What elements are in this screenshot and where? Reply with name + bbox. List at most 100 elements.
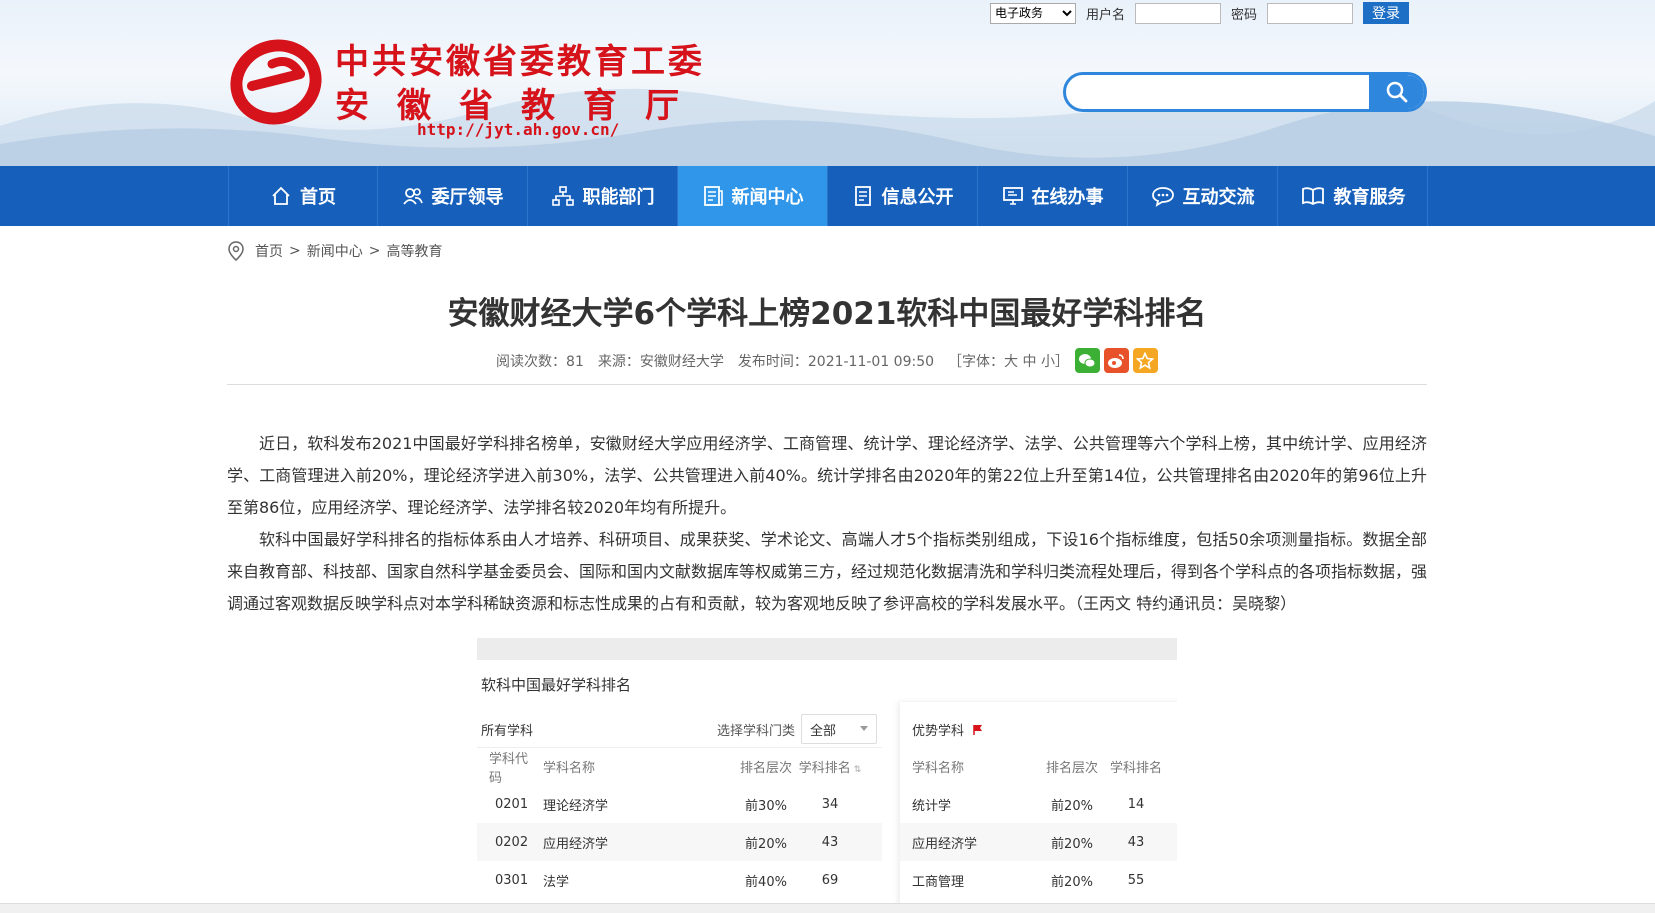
cell-name: 应用经济学: [912, 836, 978, 852]
top-subjects-panel: 优势学科 学科名称 排名层次 学科排名 统计学 前20% 14 应用经济学 前2…: [900, 702, 1177, 913]
nav-item-label: 新闻中心: [731, 187, 804, 208]
cell-name: 应用经济学: [543, 836, 609, 852]
nav-item-edu-services[interactable]: 教育服务: [1278, 166, 1428, 226]
cell-name: 统计学: [912, 798, 952, 814]
cell-name: 法学: [543, 874, 570, 890]
nav-item-online-service[interactable]: 在线办事: [978, 166, 1128, 226]
nav-item-departments[interactable]: 职能部门: [528, 166, 678, 226]
ranking-title: 软科中国最好学科排名: [481, 676, 632, 694]
site-header: 中共安徽省委教育工委 安徽省教育厅 http://jyt.ah.gov.cn/ …: [0, 0, 1655, 166]
col-rank: 学科排名: [1109, 760, 1162, 776]
logo-e-icon: [230, 39, 322, 125]
breadcrumb-separator: >: [368, 243, 381, 259]
share-buttons: [1074, 348, 1158, 373]
search-input[interactable]: [1066, 75, 1371, 109]
cell-code: 0202: [495, 834, 529, 850]
cell-rank: 69: [821, 872, 839, 888]
search-icon: [1386, 81, 1407, 103]
category-filter: 选择学科门类 全部: [717, 714, 878, 744]
username-input[interactable]: [1135, 2, 1222, 24]
cell-level: 前20%: [1051, 798, 1093, 814]
main-nav: 首页 委厅领导 职能部门 新闻中心 信息公开 在线办事 互动交流 教育服务: [0, 166, 1655, 226]
search-box: [1063, 72, 1427, 112]
nav-item-leaders[interactable]: 委厅领导: [378, 166, 528, 226]
cell-level: 前20%: [1051, 836, 1093, 852]
cell-code: 0201: [495, 796, 529, 812]
site-logo[interactable]: 中共安徽省委教育工委 安徽省教育厅 http://jyt.ah.gov.cn/: [230, 28, 730, 140]
logo-title-line1: 中共安徽省委教育工委: [335, 42, 705, 82]
table-row: 工商管理 前20% 55: [900, 861, 1177, 899]
cell-rank: 34: [821, 796, 839, 812]
divider: [227, 384, 1427, 385]
cell-level: 前40%: [745, 874, 787, 890]
breadcrumb-separator: >: [289, 243, 301, 259]
panel-title: 所有学科: [481, 724, 534, 739]
password-input[interactable]: [1267, 2, 1354, 24]
org-chart-icon: [551, 186, 574, 206]
col-code: 学科代码: [489, 751, 529, 786]
col-rank: 学科排名 ⇅: [798, 761, 862, 776]
cell-rank: 14: [1127, 796, 1145, 812]
breadcrumb-news[interactable]: 新闻中心: [307, 241, 363, 261]
search-button[interactable]: [1369, 75, 1424, 109]
monitor-icon: [1002, 187, 1023, 205]
chat-icon: [1151, 187, 1174, 207]
cell-rank: 43: [1127, 834, 1145, 850]
col-name: 学科名称: [543, 761, 596, 776]
nav-item-label: 职能部门: [582, 187, 655, 208]
share-wechat-button[interactable]: [1074, 348, 1100, 373]
nav-item-label: 教育服务: [1333, 187, 1406, 208]
panel-title: 优势学科: [912, 720, 984, 739]
table-row: 0301 法学 前40% 69: [477, 861, 882, 899]
red-flag-icon: [973, 725, 983, 735]
logo-url: http://jyt.ah.gov.cn/: [417, 120, 620, 139]
cell-level: 前20%: [1051, 874, 1093, 890]
read-count: 阅读次数：81: [496, 353, 584, 370]
article-source: 来源：安徽财经大学: [597, 353, 724, 370]
cell-name: 工商管理: [912, 874, 965, 890]
book-icon: [1301, 187, 1324, 206]
nav-item-label: 在线办事: [1031, 187, 1104, 208]
publish-time: 发布时间：2021-11-01 09:50: [737, 353, 935, 370]
news-icon: [703, 186, 723, 206]
favorite-button[interactable]: [1132, 348, 1158, 373]
nav-item-label: 委厅领导: [431, 187, 504, 208]
wechat-icon: [1079, 353, 1096, 367]
login-bar: 电子政务 用户名 密码 登录: [990, 2, 1410, 24]
nav-item-news[interactable]: 新闻中心: [678, 166, 828, 226]
share-weibo-button[interactable]: [1103, 348, 1129, 373]
breadcrumb: 首页 > 新闻中心 > 高等教育: [227, 241, 442, 261]
nav-item-interaction[interactable]: 互动交流: [1128, 166, 1278, 226]
font-size-switch[interactable]: ［字体：大 中 小］: [948, 351, 1069, 371]
document-icon: [854, 186, 871, 206]
article-body: 近日，软科发布2021中国最好学科排名榜单，安徽财经大学应用经济学、工商管理、统…: [227, 428, 1427, 620]
nav-item-info[interactable]: 信息公开: [828, 166, 978, 226]
home-icon: [272, 186, 290, 205]
dropdown-value: 全部: [810, 723, 837, 739]
breadcrumb-higher-education[interactable]: 高等教育: [386, 241, 442, 261]
breadcrumb-home[interactable]: 首页: [255, 241, 283, 261]
ranking-screenshot: 软科中国最好学科排名 所有学科 选择学科门类 全部 学科代码 学科名称 排名层次…: [477, 638, 1177, 913]
username-label: 用户名: [1086, 7, 1126, 23]
cell-level: 前30%: [745, 798, 787, 814]
all-subjects-panel: 所有学科 选择学科门类 全部 学科代码 学科名称 排名层次 学科排名 ⇅ 0201…: [477, 702, 882, 913]
table-row: 统计学 前20% 14: [900, 785, 1177, 823]
col-level: 排名层次: [739, 761, 792, 776]
col-name: 学科名称: [912, 760, 965, 776]
cell-level: 前20%: [745, 836, 787, 852]
filter-label: 选择学科门类: [717, 723, 796, 739]
location-pin-icon: [228, 241, 244, 261]
cell-rank: 43: [821, 834, 839, 850]
weibo-icon: [1108, 353, 1125, 368]
nav-item-home[interactable]: 首页: [228, 166, 378, 226]
table-header: 学科代码 学科名称 排名层次 学科排名 ⇅: [477, 747, 882, 786]
users-icon: [402, 188, 423, 205]
article-title: 安徽财经大学6个学科上榜2021软科中国最好学科排名: [447, 296, 1207, 332]
login-button[interactable]: 登录: [1363, 2, 1410, 24]
cell-code: 0301: [495, 872, 529, 888]
col-level: 排名层次: [1045, 760, 1098, 776]
browser-status-bar: [0, 903, 1655, 913]
cell-name: 理论经济学: [543, 798, 609, 814]
system-select[interactable]: 电子政务: [990, 2, 1076, 24]
star-icon: [1136, 351, 1155, 370]
